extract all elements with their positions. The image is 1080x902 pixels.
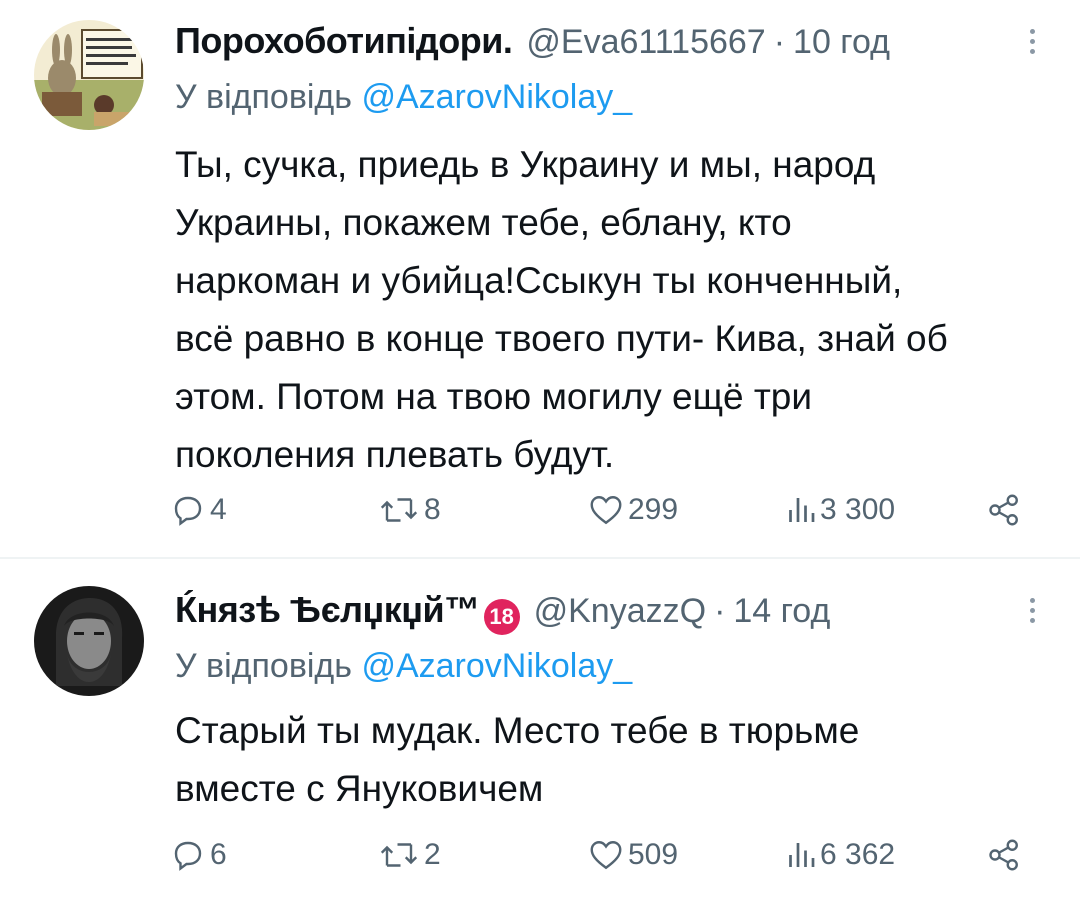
text-line: этом. Потом на твою могилу ещё три [175,376,813,417]
views-button[interactable]: 6 362 [786,837,895,873]
reply-handle-link[interactable]: @AzarovNikolay_ [361,78,632,116]
timestamp[interactable]: 10 год [793,23,890,62]
tweet: Порохоботипідори. @Eva61115667 · 10 год … [0,0,1080,557]
share-icon [989,494,1018,526]
retweet-button[interactable]: 2 [378,837,441,873]
reply-to: У відповідь @AzarovNikolay_ [175,647,632,686]
retweet-button[interactable]: 8 [378,492,441,528]
retweet-count: 2 [424,838,441,871]
views-count: 3 300 [820,493,896,526]
like-button[interactable]: 299 [588,492,678,528]
share-button[interactable] [986,837,1022,873]
reply-button[interactable]: 4 [170,492,227,528]
reply-handle-link[interactable]: @AzarovNikolay_ [361,647,632,685]
more-icon[interactable] [1030,593,1038,628]
views-icon [789,843,815,867]
separator-dot: · [773,23,786,61]
tweet-text: Старый ты мудак. Место тебе в тюрьме вме… [175,702,1045,818]
more-icon[interactable] [1030,24,1038,59]
like-count: 509 [628,838,679,871]
tweet-header: Порохоботипідори. @Eva61115667 · 10 год [175,20,890,62]
views-count: 6 362 [820,838,896,871]
reply-count: 6 [210,838,227,871]
text-line: всё равно в конце твоего пути- Кива, зна… [175,318,948,359]
retweet-count: 8 [424,493,441,526]
tweet: Ќнязѣ Ѣєлџкџй™ 18 @KnyazzQ · 14 год У ві… [0,559,1080,902]
like-button[interactable]: 509 [588,837,678,873]
like-icon [590,841,622,870]
display-name[interactable]: Порохоботипідори. [175,20,513,62]
tweet-text: Ты, сучка, приедь в Украину и мы, народ … [175,136,1045,484]
user-handle[interactable]: @Eva61115667 [526,23,765,62]
reply-to: У відповідь @AzarovNikolay_ [175,78,632,117]
like-icon [590,496,622,525]
action-bar: 4 8 299 3 300 [170,492,1040,532]
text-line: Ты, сучка, приедь в Украину и мы, народ [175,144,876,185]
retweet-icon [380,843,418,867]
reply-count: 4 [210,493,227,526]
views-button[interactable]: 3 300 [786,492,895,528]
user-handle[interactable]: @KnyazzQ [534,592,706,631]
reply-prefix: У відповідь [175,647,362,685]
separator-dot: · [714,592,726,630]
text-line: Украины, покажем тебе, еблану, кто [175,202,792,243]
tweet-header: Ќнязѣ Ѣєлџкџй™ 18 @KnyazzQ · 14 год [175,589,830,635]
like-count: 299 [628,493,679,526]
reply-button[interactable]: 6 [170,837,227,873]
share-button[interactable] [986,492,1022,528]
avatar[interactable] [34,20,144,130]
retweet-icon [380,498,418,522]
display-name[interactable]: Ќнязѣ Ѣєлџкџй™ [175,589,480,631]
action-bar: 6 2 509 6 362 [170,837,1040,877]
text-line: Старый ты мудак. Место тебе в тюрьме [175,710,860,751]
avatar[interactable] [34,586,144,696]
text-line: вместе с Януковичем [175,768,544,809]
reply-prefix: У відповідь [175,78,362,116]
text-line: наркоман и убийца!Ссыкун ты конченный, [175,260,903,301]
views-icon [789,498,815,522]
age-18-badge-icon: 18 [483,599,520,635]
reply-icon [174,496,202,526]
timestamp[interactable]: 14 год [733,592,830,631]
reply-icon [174,841,202,871]
share-icon [989,839,1018,871]
text-line: поколения плевать будут. [175,434,615,475]
